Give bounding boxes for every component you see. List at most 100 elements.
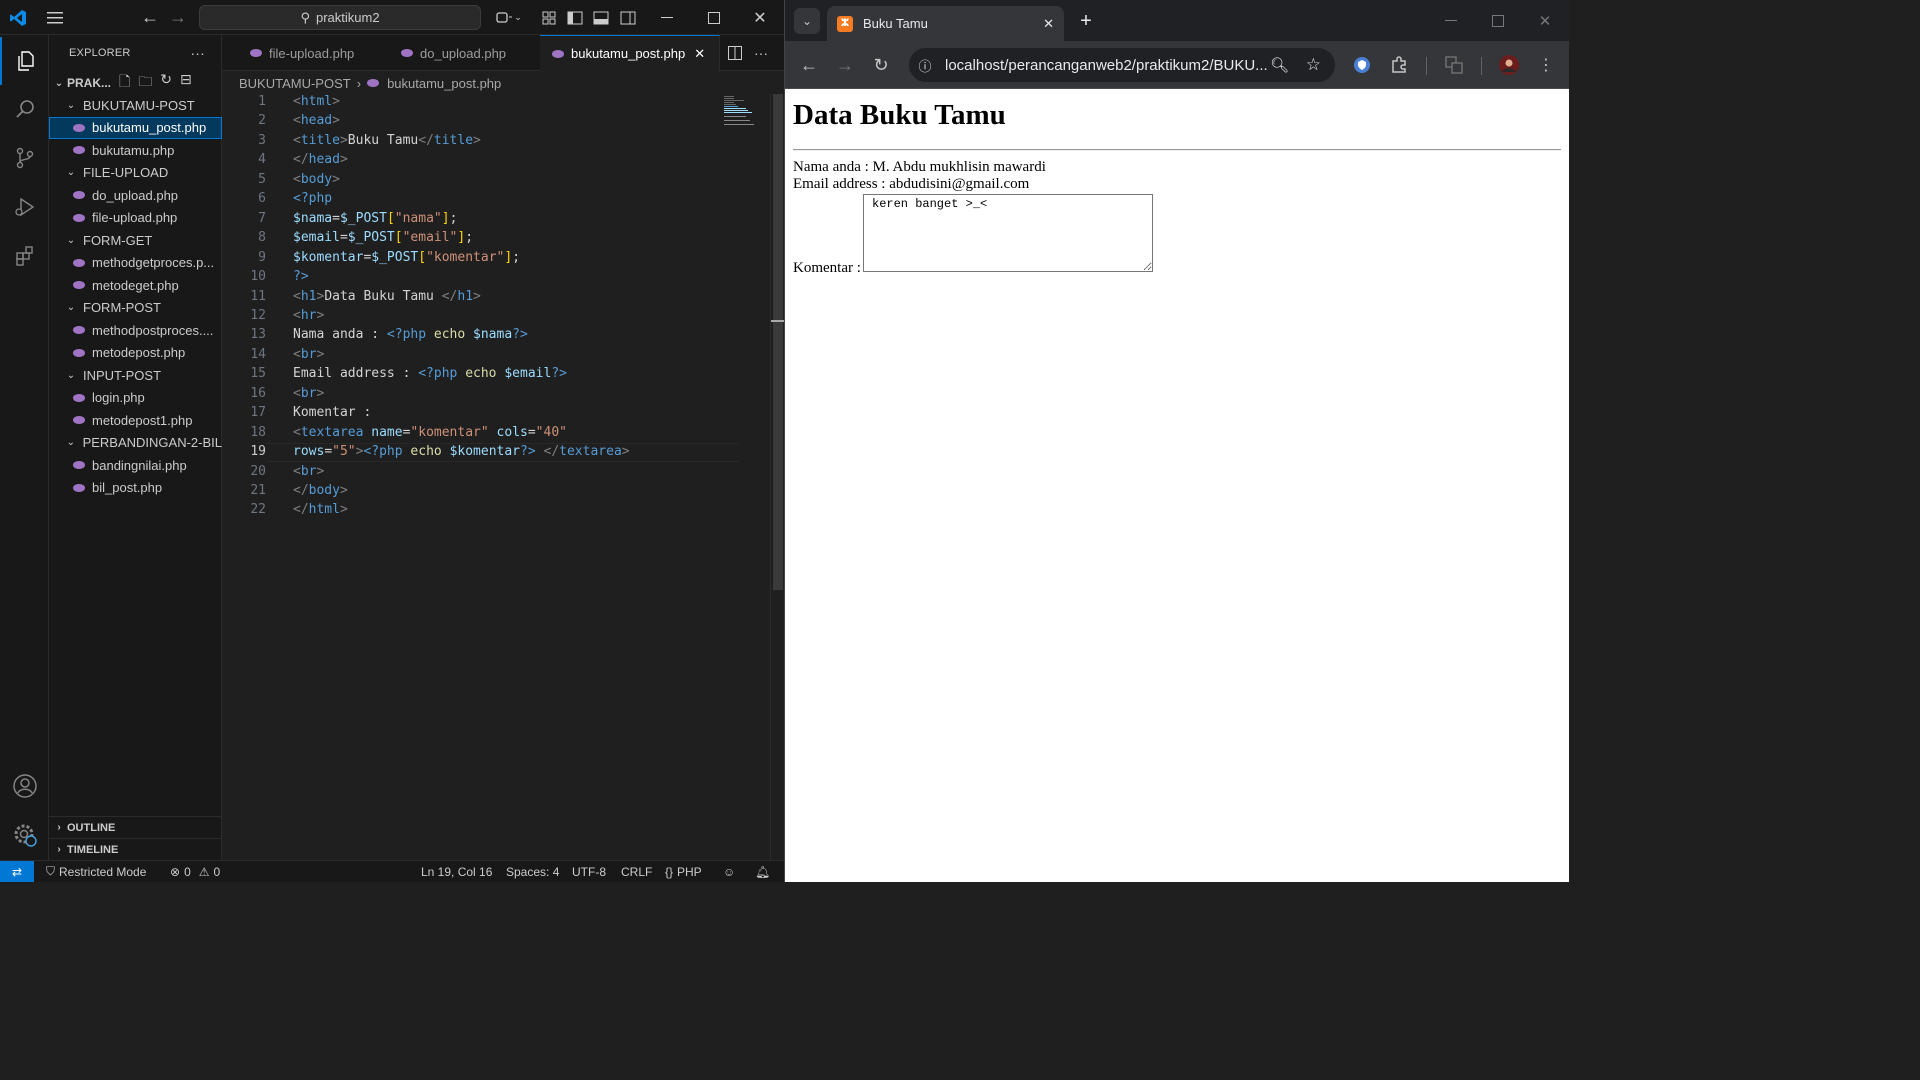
forward-arrow-icon[interactable]: → [833, 53, 857, 77]
accounts-icon[interactable] [0, 762, 49, 810]
new-tab-icon[interactable]: + [1073, 8, 1099, 34]
bookmark-star-icon[interactable]: ☆ [1306, 55, 1321, 75]
file-label: bukutamu_post.php [92, 120, 207, 135]
tab-file-upload[interactable]: file-upload.php [238, 35, 388, 71]
address-bar[interactable]: ⓘ localhost/perancanganweb2/praktikum2/B… [909, 48, 1335, 82]
toggle-sidebar-icon[interactable] [566, 0, 584, 35]
code-line: </head> [293, 152, 348, 168]
komentar-textarea[interactable]: keren banget >_< [863, 194, 1153, 272]
tab-do-upload[interactable]: do_upload.php [389, 35, 539, 71]
command-center-search[interactable]: ⚲ praktikum2 [199, 5, 481, 30]
file-item[interactable]: metodeget.php [49, 274, 222, 296]
indentation[interactable]: Spaces: 4 [506, 861, 559, 882]
breadcrumb-file[interactable]: bukutamu_post.php [387, 76, 501, 91]
code-line: <textarea name="komentar" cols="40" [293, 424, 567, 440]
more-actions-icon[interactable]: ··· [190, 45, 205, 61]
file-item[interactable]: bil_post.php [49, 477, 222, 499]
settings-gear-icon[interactable] [0, 811, 49, 859]
minimap[interactable] [722, 94, 766, 134]
browser-tab[interactable]: ⵣ Buku Tamu ✕ [827, 6, 1064, 41]
file-item[interactable]: file-upload.php [49, 207, 222, 229]
file-item[interactable]: methodgetproces.p... [49, 252, 222, 274]
new-folder-icon[interactable]: 🗀 [138, 72, 152, 94]
menu-icon[interactable] [44, 0, 66, 35]
folder-item[interactable]: ⌄ INPUT-POST [49, 364, 222, 386]
code-line: <h1>Data Buku Tamu </h1> [293, 288, 481, 304]
site-info-icon[interactable]: ⓘ [909, 56, 941, 75]
line-number: 11 [250, 288, 266, 304]
code-line: <br> [293, 385, 325, 401]
avatar[interactable] [1498, 54, 1520, 76]
explorer-icon[interactable] [0, 37, 49, 85]
split-editor-icon[interactable] [726, 35, 744, 71]
folder-item[interactable]: ⌄ FILE-UPLOAD [49, 162, 222, 184]
minimize-icon[interactable] [655, 0, 679, 35]
close-tab-icon[interactable]: ✕ [694, 46, 705, 62]
restricted-mode[interactable]: ⛉ Restricted Mode [46, 861, 146, 882]
chrome-menu-icon[interactable]: ⋮ [1535, 54, 1557, 76]
line-number: 6 [258, 191, 266, 207]
code-line: <title>Buku Tamu</title> [293, 132, 481, 148]
outline-section[interactable]: › OUTLINE [49, 816, 222, 838]
line-number: 20 [250, 463, 266, 479]
maximize-icon[interactable] [1488, 8, 1508, 34]
tab-search-chevron-icon[interactable]: ⌄ [794, 8, 820, 34]
copilot-icon[interactable]: ⌄ [494, 0, 524, 35]
back-arrow-icon[interactable]: ← [140, 0, 160, 35]
language-mode[interactable]: {} PHP [665, 861, 702, 882]
minimize-icon[interactable] [1441, 8, 1461, 34]
editor-scrollbar[interactable] [770, 94, 785, 860]
remote-icon[interactable]: ⇄ [0, 861, 34, 882]
source-control-icon[interactable] [0, 134, 49, 182]
line-ending[interactable]: CRLF [621, 861, 652, 882]
file-item[interactable]: bukutamu_post.php [49, 116, 222, 139]
code-editor[interactable]: 1 <html> 2 <head> 3 <title>Buku Tamu</title> 4… [222, 94, 785, 860]
reload-icon[interactable]: ↻ [869, 53, 893, 77]
layout-customize-icon[interactable] [540, 0, 558, 35]
file-item[interactable]: bukutamu.php [49, 139, 222, 161]
translate-icon[interactable] [1443, 54, 1465, 76]
new-file-icon[interactable]: 🗋 [119, 72, 130, 94]
problems-indicator[interactable]: ⊗ 0 ⚠ 0 [170, 861, 220, 882]
back-arrow-icon[interactable]: ← [797, 53, 821, 77]
file-item[interactable]: login.php [49, 387, 222, 409]
file-item[interactable]: metodepost1.php [49, 409, 222, 431]
more-actions-icon[interactable]: ··· [752, 35, 770, 71]
notifications-bell-icon[interactable]: 🔔︎ [755, 861, 770, 882]
run-debug-icon[interactable] [0, 183, 49, 231]
extensions-icon[interactable] [0, 232, 49, 280]
tab-bukutamu-post[interactable]: bukutamu_post.php ✕ [540, 35, 720, 71]
extension-shield-icon[interactable] [1351, 54, 1373, 76]
file-item[interactable]: bandingnilai.php [49, 454, 222, 476]
zoom-icon[interactable]: 🔍︎ [1270, 56, 1289, 74]
folder-item[interactable]: ⌄ PERBANDINGAN-2-BIL [49, 432, 222, 454]
close-tab-icon[interactable]: ✕ [1043, 16, 1054, 32]
toggle-panel-icon[interactable] [592, 0, 610, 35]
folder-item[interactable]: ⌄ FORM-POST [49, 297, 222, 319]
folder-item[interactable]: ⌄ BUKUTAMU-POST [49, 94, 222, 116]
file-item[interactable]: methodpostproces.... [49, 319, 222, 341]
encoding[interactable]: UTF-8 [572, 861, 606, 882]
folder-item[interactable]: ⌄ FORM-GET [49, 229, 222, 251]
tab-title: Buku Tamu [863, 16, 928, 31]
file-item[interactable]: do_upload.php [49, 184, 222, 206]
php-file-icon [73, 123, 85, 132]
line-number: 4 [258, 152, 266, 168]
search-icon[interactable] [0, 85, 49, 133]
close-icon[interactable]: ✕ [748, 0, 772, 35]
browser-toolbar: ← → ↻ ⓘ localhost/perancanganweb2/prakti… [785, 41, 1569, 89]
timeline-section[interactable]: › TIMELINE [49, 838, 222, 860]
toggle-secondary-sidebar-icon[interactable] [619, 0, 637, 35]
collapse-all-icon[interactable]: ⊟ [180, 72, 192, 94]
file-item[interactable]: metodepost.php [49, 342, 222, 364]
refresh-icon[interactable]: ↻ [160, 72, 172, 94]
copilot-status-icon[interactable]: ☺ [723, 861, 735, 882]
maximize-icon[interactable] [702, 0, 726, 35]
explorer-header: EXPLORER ··· [49, 35, 221, 71]
breadcrumb-folder[interactable]: BUKUTAMU-POST [239, 76, 351, 91]
workspace-header[interactable]: ⌄ PRAK... 🗋 🗀 ↻ ⊟ [49, 72, 222, 94]
extensions-puzzle-icon[interactable] [1388, 54, 1410, 76]
forward-arrow-icon[interactable]: → [168, 0, 188, 35]
cursor-position[interactable]: Ln 19, Col 16 [421, 861, 492, 882]
close-window-icon[interactable]: ✕ [1535, 8, 1555, 34]
